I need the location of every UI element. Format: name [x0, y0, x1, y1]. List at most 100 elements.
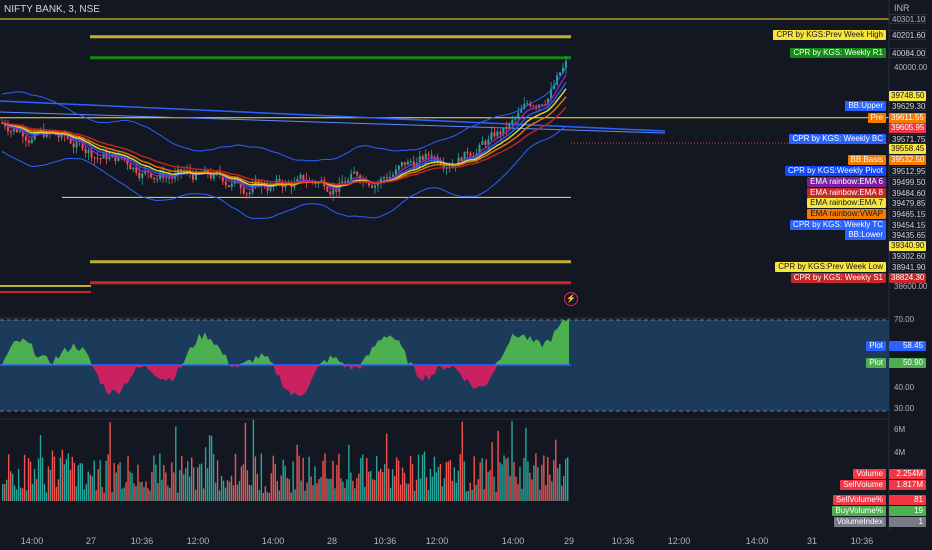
volume-bar	[65, 459, 68, 501]
candle-body	[12, 128, 15, 132]
volume-bar	[415, 479, 418, 501]
candle-body	[132, 167, 135, 170]
volume-bar	[292, 461, 294, 501]
price-label: 39558.45	[889, 144, 926, 154]
volume-bar	[372, 479, 374, 501]
volume-bar	[163, 465, 165, 501]
volume-bar	[459, 454, 461, 501]
volume-bar	[149, 490, 151, 501]
price-label: 40201.60	[889, 30, 926, 40]
time-axis-label: 12:00	[667, 536, 691, 546]
volume-bar	[208, 435, 211, 501]
volume-bar	[278, 490, 280, 501]
indicator-label: BB:Basis	[847, 155, 886, 165]
volume-bar	[97, 469, 99, 501]
volume-bar	[238, 481, 241, 501]
volume-bar	[191, 457, 193, 501]
volume-bar	[61, 449, 64, 501]
osc-axis-label: 40.00	[894, 383, 915, 392]
volume-bar	[49, 469, 52, 501]
volume-bar	[67, 453, 70, 501]
volume-bar	[393, 476, 396, 501]
symbol-title[interactable]: NIFTY BANK, 3, NSE	[4, 4, 100, 15]
volume-bar	[567, 457, 569, 501]
volume-bar	[89, 474, 91, 501]
volume-bar	[51, 450, 54, 501]
volume-bar	[561, 485, 563, 501]
volume-bar	[387, 468, 390, 501]
volume-bar	[527, 461, 529, 501]
volume-bar	[302, 457, 304, 501]
indicator-label: EMA rainbow:VWAP	[807, 209, 886, 219]
volume-bar	[545, 485, 547, 501]
volume-bar	[87, 471, 89, 501]
volume-bar	[465, 491, 467, 501]
volume-name: VolumeIndex	[833, 517, 886, 527]
volume-bar	[109, 422, 111, 501]
volume-bar	[356, 478, 358, 501]
price-label: 39611.55	[889, 113, 926, 123]
time-axis-label: 12:00	[425, 536, 449, 546]
volume-bar	[220, 476, 223, 501]
volume-bar	[409, 455, 412, 501]
volume-bar	[431, 476, 434, 501]
candle-body	[224, 181, 227, 186]
volume-value: 1	[889, 517, 926, 527]
volume-bar	[15, 489, 18, 501]
candle-body	[371, 185, 374, 188]
volume-bar	[360, 457, 362, 501]
candle-body	[299, 174, 302, 179]
volume-bar	[59, 457, 62, 501]
lightning-icon[interactable]: ⚡	[564, 292, 578, 306]
volume-bar	[246, 470, 249, 501]
volume-bar	[389, 487, 392, 501]
volume-bar	[354, 488, 356, 501]
volume-bar	[21, 488, 24, 501]
volume-bar	[9, 471, 12, 501]
volume-bar	[310, 476, 312, 501]
volume-bar	[525, 427, 527, 501]
volume-bar	[7, 454, 10, 501]
volume-bar	[537, 467, 539, 501]
volume-bar	[413, 490, 416, 501]
volume-name: SellVolume	[839, 480, 886, 490]
volume-bar	[224, 487, 227, 501]
volume-bar	[210, 435, 213, 501]
volume-bar	[314, 466, 316, 501]
volume-bar	[280, 475, 282, 501]
volume-bar	[380, 468, 382, 501]
volume-bar	[95, 490, 97, 501]
indicator-label: CPR by KGS:Prev Week Low	[775, 262, 886, 272]
candle-body	[18, 130, 21, 133]
volume-bar	[175, 426, 177, 501]
volume-bar	[364, 486, 366, 501]
volume-bar	[27, 458, 30, 501]
time-axis-label: 14:00	[20, 536, 44, 546]
volume-bar	[13, 485, 16, 501]
volume-bar	[226, 480, 229, 501]
volume-bar	[43, 483, 46, 501]
volume-name: Volume	[853, 469, 886, 479]
candle-body	[400, 162, 403, 166]
candle-body	[481, 141, 484, 145]
candle-body	[403, 162, 406, 165]
time-axis-label: 14:00	[745, 536, 769, 546]
candle-body	[153, 177, 156, 180]
volume-bar	[455, 482, 457, 501]
volume-bar	[493, 476, 495, 501]
volume-bar	[523, 457, 525, 501]
volume-value: 1.817M	[889, 480, 926, 490]
time-axis-label: 10:36	[130, 536, 154, 546]
indicator-label: CPR by KGS: Weekly BC	[789, 134, 886, 144]
volume-bar	[362, 454, 364, 501]
volume-bar	[194, 489, 197, 501]
candle-body	[406, 161, 409, 165]
volume-bar	[99, 460, 101, 501]
volume-bar	[183, 474, 185, 501]
volume-bar	[57, 479, 60, 501]
indicator-label: EMA rainbow:EMA 6	[807, 177, 886, 187]
volume-bar	[290, 492, 292, 501]
volume-bar	[330, 478, 332, 501]
volume-bar	[33, 468, 36, 501]
volume-bar	[378, 471, 380, 501]
